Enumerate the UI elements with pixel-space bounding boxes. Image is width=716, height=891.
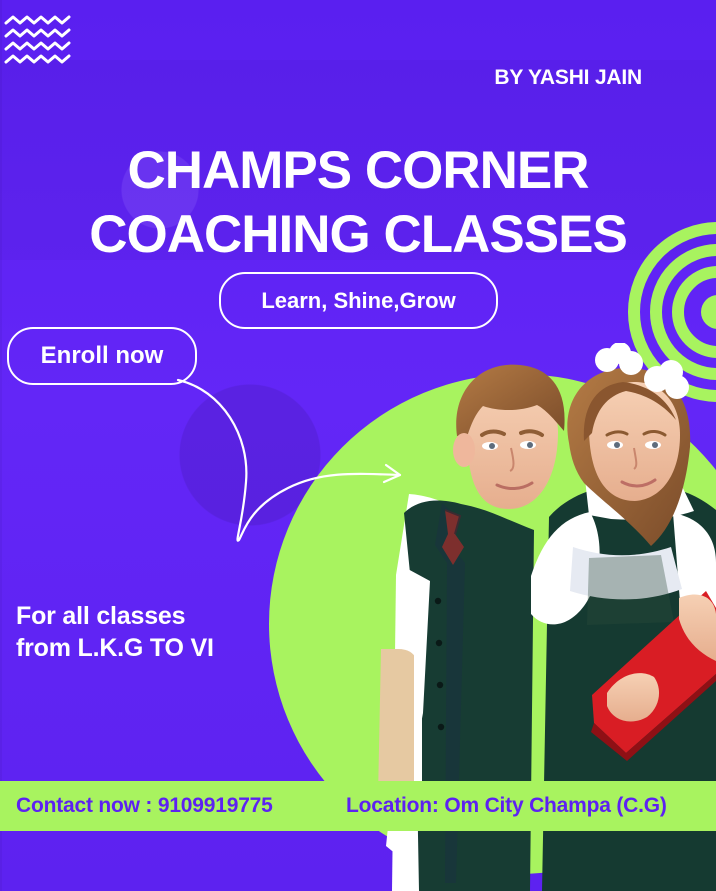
author-byline: BY YASHI JAIN — [494, 66, 642, 89]
classes-info: For all classes from L.K.G TO VI — [16, 600, 214, 664]
zigzag-lines-icon — [4, 15, 71, 64]
enroll-now-button[interactable]: Enroll now — [7, 327, 197, 385]
location-text: Location: Om City Champa (C.G) — [346, 794, 667, 817]
page-title-line-2: COACHING CLASSES — [89, 205, 628, 264]
classes-info-line-1: For all classes — [16, 602, 186, 630]
classes-info-line-2: from L.K.G TO VI — [16, 634, 214, 662]
contact-phone: Contact now : 9109919775 — [16, 794, 273, 817]
tagline-badge: Learn, Shine,Grow — [219, 272, 498, 329]
poster: BY YASHI JAIN CHAMPS CORNER COACHING CLA… — [0, 0, 716, 891]
page-title-line-1: CHAMPS CORNER — [127, 141, 589, 200]
